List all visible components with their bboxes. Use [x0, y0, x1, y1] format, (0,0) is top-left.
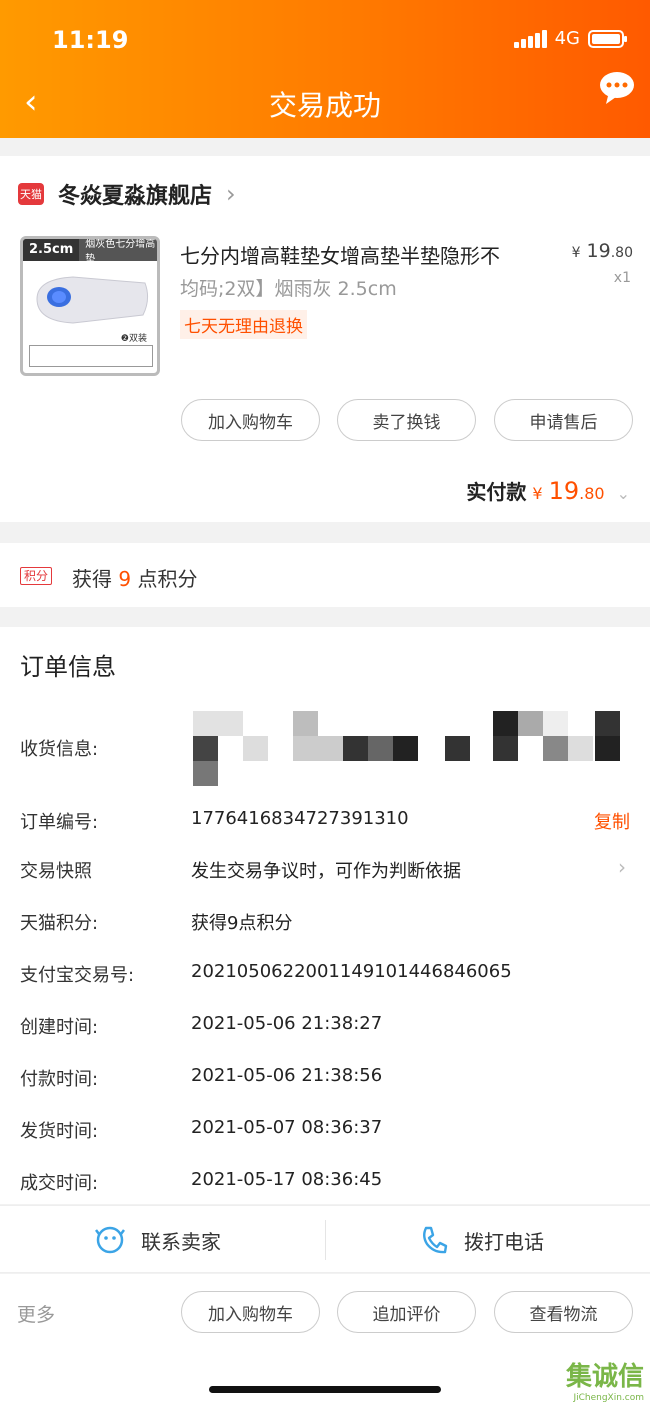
divider: [325, 1220, 326, 1260]
created-time-value: 2021-05-06 21:38:27: [191, 1013, 383, 1034]
shop-name: 冬焱夏淼旗舰店: [58, 184, 213, 209]
footer-actions: 更多 加入购物车 追加评价 查看物流 集诚信 JiChengXin.com: [0, 1274, 650, 1406]
phone-icon: [423, 1226, 448, 1254]
thumbnail-pair-label: ❷双装: [120, 334, 147, 344]
shop-header[interactable]: 天猫 冬焱夏淼旗舰店 ›: [18, 178, 236, 210]
page-title: 交易成功: [268, 89, 381, 122]
order-info-title: 订单信息: [20, 653, 116, 681]
header-bar: 11:19 4G ‹ 交易成功: [0, 0, 650, 138]
home-indicator: [209, 1386, 441, 1393]
tmall-points-value: 获得9点积分: [191, 913, 293, 934]
shipped-time-value: 2021-05-07 08:36:37: [191, 1117, 383, 1138]
message-icon[interactable]: [598, 70, 636, 106]
order-number-label: 订单编号:: [20, 812, 99, 833]
status-time: 11:19: [52, 26, 129, 54]
copy-order-number-button[interactable]: 复制: [594, 808, 630, 834]
chevron-right-icon[interactable]: ›: [618, 855, 626, 879]
product-sku: 均码;2双】烟雨灰 2.5cm: [180, 278, 397, 300]
chevron-down-icon: ⌄: [616, 484, 630, 503]
shipped-time-label: 发货时间:: [20, 1121, 99, 1142]
product-price: ¥ 19.80: [571, 240, 633, 262]
call-phone-button[interactable]: 拨打电话: [420, 1206, 544, 1274]
alipay-number-label: 支付宝交易号:: [20, 965, 135, 986]
watermark-logo: 集诚信 JiChengXin.com: [565, 1362, 644, 1403]
resell-button[interactable]: 卖了换钱: [337, 399, 476, 441]
paid-time-label: 付款时间:: [20, 1069, 99, 1090]
view-logistics-button[interactable]: 查看物流: [494, 1291, 633, 1333]
points-badge: 积分: [20, 567, 53, 585]
paid-label: 实付款: [466, 480, 527, 504]
alipay-number-value: 2021050622001149101446846065: [191, 961, 512, 982]
contact-seller-button[interactable]: 联系卖家: [95, 1206, 221, 1274]
contact-bar: 联系卖家 拨打电话: [0, 1205, 650, 1273]
snapshot-value[interactable]: 发生交易争议时，可作为判断依据: [191, 857, 461, 883]
add-to-cart-button[interactable]: 加入购物车: [181, 399, 320, 441]
tmall-points-label: 天猫积分:: [20, 913, 99, 934]
completed-time-label: 成交时间:: [20, 1173, 99, 1194]
network-label: 4G: [554, 28, 580, 49]
thumbnail-tag: 2.5cm 烟灰色七分增高垫: [23, 239, 157, 265]
snapshot-label[interactable]: 交易快照: [20, 857, 92, 883]
paid-currency: ¥: [532, 484, 543, 503]
created-time-label: 创建时间:: [20, 1017, 99, 1038]
battery-icon: [588, 29, 627, 48]
return-policy-badge: 七天无理由退换: [180, 310, 307, 339]
more-button[interactable]: 更多: [17, 1300, 55, 1327]
shoe-diagram: [29, 345, 153, 367]
order-info-card: 订单信息 收货信息: 订单编号: 1776416834727391310 复制 …: [0, 627, 650, 1204]
call-phone-label: 拨打电话: [464, 1229, 544, 1254]
paid-time-value: 2021-05-06 21:38:56: [191, 1065, 383, 1086]
points-text: 获得 9 点积分: [72, 567, 198, 591]
order-number-value: 1776416834727391310: [191, 808, 409, 829]
completed-time-value: 2021-05-17 08:36:45: [191, 1169, 383, 1190]
after-sale-button[interactable]: 申请售后: [494, 399, 633, 441]
tmall-icon: 天猫: [18, 183, 44, 205]
chevron-right-icon: ›: [226, 180, 236, 208]
points-card: 积分 获得 9 点积分: [0, 543, 650, 607]
footer-add-to-cart-button[interactable]: 加入购物车: [181, 1291, 320, 1333]
status-icons: 4G: [513, 28, 627, 49]
contact-seller-label: 联系卖家: [141, 1229, 221, 1254]
add-review-button[interactable]: 追加评价: [337, 1291, 476, 1333]
paid-amount: 19.80: [548, 477, 605, 505]
product-thumbnail[interactable]: 2.5cm 烟灰色七分增高垫 ❷双装: [20, 236, 160, 376]
product-quantity: x1: [613, 270, 631, 286]
paid-amount-row[interactable]: 实付款 ¥ 19.80 ⌄: [466, 476, 630, 505]
product-title[interactable]: 七分内增高鞋垫女增高垫半垫隐形不: [180, 240, 540, 269]
signal-icon: [513, 29, 547, 48]
order-item-card: 天猫 冬焱夏淼旗舰店 › 2.5cm 烟灰色七分增高垫 ❷双装 七分内增高鞋垫女增…: [0, 156, 650, 522]
insole-image: [36, 276, 149, 324]
chat-face-icon: [95, 1226, 125, 1254]
address-redacted-block: [193, 711, 623, 787]
address-label: 收货信息:: [20, 739, 99, 760]
